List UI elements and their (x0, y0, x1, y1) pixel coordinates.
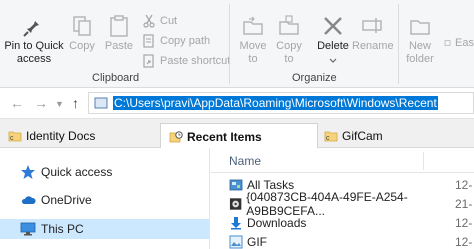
partial-ribbon-item[interactable]: Eas (444, 34, 474, 52)
move-to-button[interactable]: Move to (236, 14, 270, 66)
move-folder-icon (243, 16, 263, 35)
recent-locations-chevron-icon[interactable]: ▼ (55, 99, 64, 109)
control-panel-icon (229, 179, 243, 191)
copy-to-button[interactable]: Copy to (272, 14, 306, 66)
list-item[interactable]: Downloads 12- (229, 214, 474, 232)
pin-to-quick-access-button[interactable]: Pin to Quick access (4, 14, 64, 66)
address-row: ← → ▼ ↑ C:\Users\pravi\AppData\Roaming\M… (0, 88, 474, 118)
recent-items-icon (169, 130, 183, 142)
paste-shortcut-button[interactable]: Paste shortcut (142, 52, 230, 70)
header-divider (211, 172, 474, 173)
ribbon-separator (398, 4, 399, 84)
scissors-icon (143, 14, 155, 28)
tab-label: Recent Items (187, 129, 262, 144)
clipboard-group-label: Clipboard (92, 72, 140, 84)
tab-bar: c Identity Docs Recent Items c GifCam (0, 118, 474, 149)
new-folder-label: New folder (406, 40, 434, 65)
image-icon (229, 235, 243, 249)
ribbon: Pin to Quick access Copy Paste Cut Copy … (0, 0, 474, 88)
tab-recent-items[interactable]: Recent Items (160, 123, 318, 149)
paste-button[interactable]: Paste (102, 14, 136, 53)
organize-group-label: Organize (292, 72, 337, 84)
nav-item-label: OneDrive (41, 193, 92, 207)
new-folder-button[interactable]: New folder (402, 14, 438, 66)
back-arrow-icon[interactable]: ← (10, 95, 24, 111)
cut-button[interactable]: Cut (142, 12, 177, 30)
address-path-text[interactable]: C:\Users\pravi\AppData\Roaming\Microsoft… (113, 96, 438, 110)
item-date: 21- (455, 197, 473, 211)
tab-identity-docs[interactable]: c Identity Docs (8, 123, 158, 149)
tab-label: Identity Docs (26, 129, 96, 143)
copy-path-button[interactable]: Copy path (142, 32, 210, 50)
tab-label: GifCam (342, 129, 383, 143)
address-bar[interactable]: C:\Users\pravi\AppData\Roaming\Microsoft… (88, 92, 474, 114)
item-date: 12- (455, 235, 473, 249)
new-folder-icon (410, 20, 430, 35)
rename-button[interactable]: Rename (352, 14, 394, 53)
list-item[interactable]: GIF 12- (229, 233, 474, 249)
cut-label: Cut (160, 15, 178, 27)
svg-text:c: c (10, 135, 14, 142)
item-name: GIF (247, 235, 267, 249)
column-separator[interactable] (423, 152, 424, 170)
navigation-pane: Quick access OneDrive This PC (0, 148, 210, 249)
folder-icon: c (324, 131, 338, 142)
copy-folder-icon (279, 15, 299, 35)
shortcut-icon (143, 54, 154, 68)
pin-label: Pin to Quick access (4, 40, 64, 65)
media-icon (229, 198, 242, 210)
nav-item-label: This PC (41, 222, 84, 236)
folder-icon: c (8, 131, 22, 142)
star-icon (21, 165, 35, 179)
clipboard-icon (110, 15, 128, 37)
pin-icon (23, 17, 39, 37)
nav-item-onedrive[interactable]: OneDrive (20, 190, 92, 210)
download-arrow-icon (231, 217, 241, 230)
file-list: Name All Tasks 12- {040873CB-404A-49FE-A… (211, 148, 474, 249)
rename-icon (362, 18, 382, 33)
item-name: Downloads (247, 216, 307, 230)
delete-label: Delete (317, 40, 349, 52)
delete-button[interactable]: Delete (314, 14, 352, 63)
cloud-icon (21, 196, 36, 204)
up-arrow-icon[interactable]: ↑ (72, 95, 79, 111)
forward-arrow-icon[interactable]: → (34, 95, 48, 111)
tab-gifcam[interactable]: c GifCam (324, 123, 474, 149)
computer-icon (20, 222, 36, 236)
list-item[interactable]: {040873CB-404A-49FE-A254-A9BB9CEFA... 21… (229, 190, 474, 218)
nav-item-this-pc[interactable]: This PC (0, 219, 209, 239)
copy-label: Copy (69, 40, 95, 52)
copy-path-label: Copy path (160, 35, 211, 47)
delete-x-icon (324, 17, 342, 35)
copy-to-label: Copy to (276, 40, 302, 65)
column-header-name[interactable]: Name (229, 154, 261, 168)
nav-item-quick-access[interactable]: Quick access (20, 162, 112, 182)
ribbon-separator (229, 4, 230, 84)
item-date: 12- (455, 216, 473, 230)
svg-text:c: c (326, 135, 330, 142)
paste-shortcut-label: Paste shortcut (160, 55, 231, 67)
partial-item-label: Eas (455, 37, 474, 49)
paste-label: Paste (104, 40, 134, 52)
nav-item-label: Quick access (41, 165, 113, 179)
easy-access-icon (444, 40, 451, 46)
chevron-down-icon[interactable] (329, 58, 337, 64)
recent-items-icon (94, 97, 108, 109)
copy-button[interactable]: Copy (66, 14, 98, 53)
path-icon (143, 34, 154, 48)
rename-label: Rename (352, 40, 394, 52)
move-to-label: Move to (239, 40, 267, 65)
copy-icon (73, 16, 91, 36)
